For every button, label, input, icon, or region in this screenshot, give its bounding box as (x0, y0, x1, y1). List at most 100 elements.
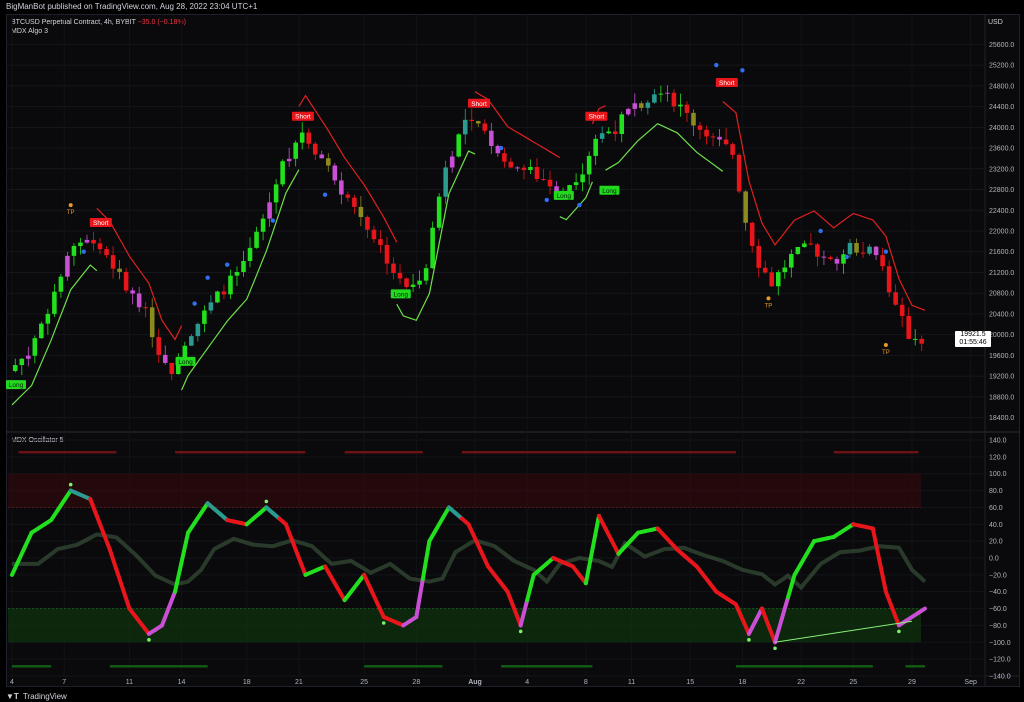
candle-body (26, 355, 31, 359)
x-tick-label: 28 (412, 679, 420, 686)
main-y-tick-label: 20000.0 (989, 332, 1014, 339)
osc-extreme-dot (381, 621, 386, 625)
main-y-tick-label: 23200.0 (989, 166, 1014, 173)
osc-y-tick-label: −100.0 (989, 640, 1011, 647)
candle-body (78, 242, 83, 246)
osc-y-tick-label: −120.0 (989, 657, 1011, 664)
oscillator-segment (420, 539, 432, 582)
candle-body (639, 103, 644, 108)
oscillator-segment (283, 522, 295, 544)
candle-body (286, 158, 292, 162)
chart-svg[interactable]: Long Short Long Short Long Short Long Short Long… (0, 0, 1024, 702)
candle-body (149, 307, 155, 338)
candle-body (469, 119, 475, 121)
oscillator-segment (609, 539, 621, 556)
candle-body (52, 291, 57, 314)
osc-y-tick-label: 60.0 (989, 505, 1003, 512)
candle-body (378, 239, 383, 245)
candle-body (397, 272, 403, 279)
oscillator-segment (466, 522, 478, 541)
candle-body (547, 179, 553, 187)
x-tick-label: 4 (525, 679, 529, 686)
candle-body (893, 292, 898, 305)
candle-body (449, 156, 455, 168)
candle-body (515, 167, 520, 169)
overbought-zone (8, 473, 921, 508)
signal-label: Short (589, 114, 605, 121)
x-tick-label: 29 (908, 679, 916, 686)
candle-body (104, 249, 109, 256)
osc-y-tick-label: 120.0 (989, 454, 1007, 461)
tp-label: TP (67, 210, 75, 216)
candle-body (899, 304, 905, 316)
last-price: 19921.5 (960, 331, 986, 338)
candle-body (319, 154, 325, 159)
candle-body (749, 222, 755, 246)
osc-y-tick-label: 100.0 (989, 471, 1007, 478)
main-y-tick-label: 22000.0 (989, 229, 1014, 236)
candle-body (743, 191, 748, 223)
candle-body (658, 93, 664, 95)
candle-body (12, 365, 18, 371)
x-tick-label: 18 (739, 679, 747, 686)
candle-body (234, 272, 240, 276)
osc-top-bar (175, 450, 306, 454)
candle-body (280, 161, 285, 185)
candle-body (130, 290, 135, 294)
candle-body (404, 278, 409, 287)
candle-body (912, 338, 918, 340)
candle-body (358, 206, 364, 218)
candle-body (423, 268, 429, 281)
osc-y-tick-label: −80.0 (989, 623, 1007, 630)
signal-dot (818, 228, 823, 234)
candle-body (580, 174, 585, 183)
candle-body (312, 143, 318, 155)
brand-name[interactable]: TradingView (23, 692, 67, 701)
candle-body (625, 108, 631, 115)
osc-y-tick-label: 80.0 (989, 488, 1003, 495)
candle-body (221, 291, 227, 295)
candle-body (254, 231, 259, 248)
oscillator-segment (870, 526, 882, 563)
candle-body (143, 307, 148, 309)
candle-body (273, 184, 279, 203)
candle-body (645, 102, 651, 108)
signal-dot (498, 145, 504, 151)
candle-body (795, 247, 801, 254)
signal-dot (544, 197, 549, 203)
x-tick-label: 22 (797, 679, 805, 686)
candle-body (599, 133, 605, 139)
signal-dot (205, 275, 210, 280)
main-y-tick-label: 20800.0 (989, 291, 1014, 298)
candle-body (762, 267, 768, 273)
candle-body (815, 244, 820, 257)
x-tick-label: 4 (10, 679, 14, 686)
candle-body (71, 245, 77, 256)
osc-y-tick-label: 20.0 (989, 539, 1003, 546)
oscillator-segment (603, 526, 614, 544)
tp-label: TP (882, 350, 890, 356)
candle-body (267, 202, 272, 219)
oscillator-segment (877, 558, 888, 594)
x-tick-label: Sep (964, 679, 977, 686)
candle-body (619, 114, 625, 135)
main-y-tick-label: 24400.0 (989, 104, 1014, 111)
osc-bottom-bar (109, 665, 208, 668)
candle-body (228, 275, 233, 295)
candle-body (189, 336, 194, 346)
osc-y-tick-label: −60.0 (989, 606, 1007, 613)
candle-body (802, 243, 807, 248)
oscillator-segment (16, 544, 28, 563)
candle-body (352, 197, 357, 207)
candle-body (756, 245, 761, 268)
signal-dot (225, 262, 230, 267)
candle-body (919, 338, 925, 344)
candle-body (528, 166, 533, 170)
candle-body (834, 258, 840, 264)
candle-body (736, 154, 742, 192)
tradingview-logo-icon[interactable]: ▼T (6, 692, 19, 701)
candle-body (612, 131, 618, 135)
osc-extreme-dot (68, 482, 73, 487)
osc-bottom-bar (735, 665, 873, 668)
candle-body (260, 218, 266, 232)
